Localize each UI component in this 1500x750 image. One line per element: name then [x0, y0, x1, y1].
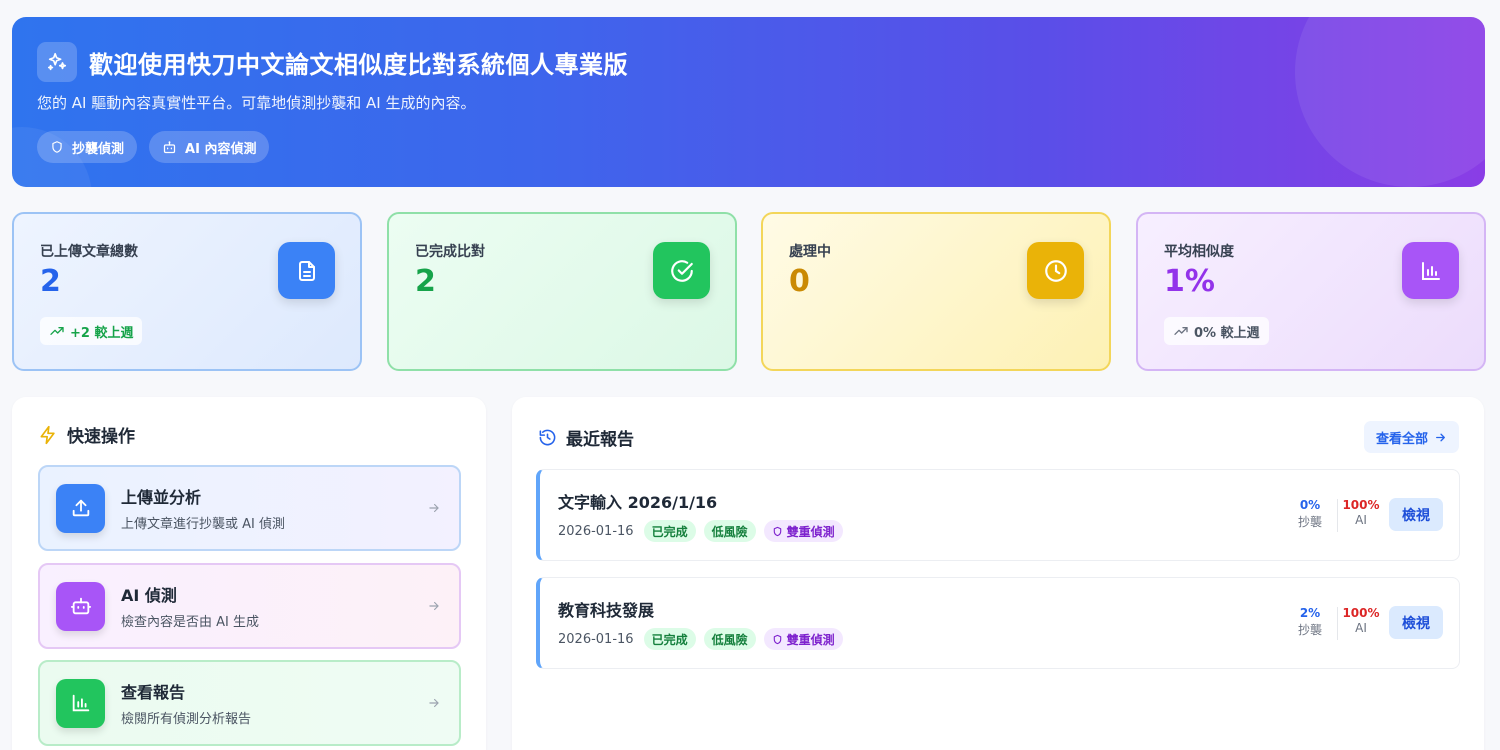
risk-badge: 低風險 — [703, 628, 756, 650]
stat-card-processing: 處理中 0 — [761, 212, 1111, 371]
ai-metric: 100% AI — [1341, 498, 1381, 527]
banner-subtitle: 您的 AI 驅動內容真實性平台。可靠地偵測抄襲和 AI 生成的內容。 — [37, 94, 476, 112]
view-all-button[interactable]: 查看全部 — [1363, 421, 1459, 453]
welcome-banner: 歡迎使用快刀中文論文相似度比對系統個人專業版 您的 AI 驅動內容真實性平台。可… — [12, 17, 1485, 187]
view-all-label: 查看全部 — [1375, 431, 1428, 447]
banner-title: 歡迎使用快刀中文論文相似度比對系統個人專業版 — [89, 51, 628, 79]
stat-card-avg-similarity: 平均相似度 1% 0% 較上週 — [1136, 212, 1486, 371]
shield-icon — [772, 526, 783, 537]
stat-value: 0 — [789, 264, 810, 299]
panel-title: 快速操作 — [67, 427, 135, 447]
trending-up-icon — [1173, 323, 1189, 339]
clock-icon — [1027, 242, 1084, 299]
quick-action-desc: 上傳文章進行抄襲或 AI 偵測 — [121, 517, 285, 532]
stat-trend-text: +2 較上週 — [70, 325, 134, 341]
metric-divider — [1337, 499, 1338, 532]
shield-icon — [772, 634, 783, 645]
ai-label: AI — [1355, 513, 1367, 527]
mode-label: 雙重偵測 — [786, 524, 835, 539]
report-item[interactable]: 文字輸入 2026/1/16 2026-01-16 已完成 低風險 雙重偵測 0… — [536, 469, 1460, 561]
report-date: 2026-01-16 — [558, 631, 634, 647]
tag-label: AI 內容偵測 — [185, 141, 257, 157]
quick-action-ai-detection[interactable]: AI 偵測 檢查內容是否由 AI 生成 — [38, 563, 461, 649]
tag-ai-detection: AI 內容偵測 — [149, 131, 270, 163]
arrow-right-icon — [1434, 431, 1447, 444]
quick-actions-header: 快速操作 — [38, 422, 135, 447]
stat-label: 處理中 — [789, 244, 831, 260]
status-badge: 已完成 — [643, 520, 696, 542]
report-title: 教育科技發展 — [558, 601, 655, 620]
bar-chart-icon — [1402, 242, 1459, 299]
report-title: 文字輸入 2026/1/16 — [558, 493, 718, 512]
arrow-right-icon — [427, 501, 441, 515]
report-item[interactable]: 教育科技發展 2026-01-16 已完成 低風險 雙重偵測 2% 抄襲 100… — [536, 577, 1460, 669]
plagiarism-metric: 2% 抄襲 — [1290, 606, 1330, 638]
mode-badge: 雙重偵測 — [763, 628, 843, 650]
view-report-button[interactable]: 檢視 — [1389, 498, 1443, 531]
stat-card-total-uploads: 已上傳文章總數 2 +2 較上週 — [12, 212, 362, 371]
stat-label: 已上傳文章總數 — [40, 244, 138, 260]
view-report-button[interactable]: 檢視 — [1389, 606, 1443, 639]
quick-action-upload[interactable]: 上傳並分析 上傳文章進行抄襲或 AI 偵測 — [38, 465, 461, 551]
plagiarism-label: 抄襲 — [1297, 515, 1322, 529]
report-date: 2026-01-16 — [558, 523, 634, 539]
report-meta: 2026-01-16 已完成 低風險 雙重偵測 — [558, 520, 843, 542]
quick-action-title: 查看報告 — [121, 683, 186, 702]
stat-trend: 0% 較上週 — [1164, 317, 1269, 345]
check-circle-icon — [653, 242, 710, 299]
plagiarism-metric: 0% 抄襲 — [1290, 498, 1330, 530]
history-icon — [538, 428, 557, 447]
sparkles-icon — [37, 42, 77, 82]
recent-reports-header: 最近報告 — [538, 425, 634, 450]
stat-value: 2 — [40, 264, 61, 299]
bot-icon — [162, 140, 177, 155]
arrow-right-icon — [427, 696, 441, 710]
bar-chart-icon — [56, 678, 105, 728]
metric-divider — [1337, 607, 1338, 640]
quick-actions-panel: 快速操作 上傳並分析 上傳文章進行抄襲或 AI 偵測 AI 偵測 檢查內容是否由… — [12, 397, 486, 750]
upload-icon — [56, 483, 105, 533]
stat-card-completed: 已完成比對 2 — [387, 212, 737, 371]
ai-value: 100% — [1342, 498, 1380, 512]
quick-action-view-reports[interactable]: 查看報告 檢閱所有偵測分析報告 — [38, 660, 461, 746]
lightning-icon — [38, 425, 58, 445]
plagiarism-value: 2% — [1299, 606, 1321, 620]
ai-label: AI — [1355, 621, 1367, 635]
banner-tags: 抄襲偵測 AI 內容偵測 — [37, 131, 270, 163]
report-meta: 2026-01-16 已完成 低風險 雙重偵測 — [558, 628, 843, 650]
plagiarism-label: 抄襲 — [1297, 623, 1322, 637]
ai-value: 100% — [1342, 606, 1380, 620]
stat-label: 已完成比對 — [415, 244, 485, 260]
stat-trend: +2 較上週 — [40, 317, 143, 345]
bot-icon — [56, 581, 105, 631]
banner-decoration — [1295, 17, 1485, 187]
ai-metric: 100% AI — [1341, 606, 1381, 635]
recent-reports-panel: 最近報告 查看全部 文字輸入 2026/1/16 2026-01-16 已完成 … — [512, 397, 1484, 750]
quick-action-title: AI 偵測 — [121, 586, 177, 605]
quick-action-desc: 檢閱所有偵測分析報告 — [121, 712, 252, 727]
risk-badge: 低風險 — [703, 520, 756, 542]
stat-trend-text: 0% 較上週 — [1194, 325, 1260, 341]
stat-value: 1% — [1164, 264, 1215, 299]
quick-action-desc: 檢查內容是否由 AI 生成 — [121, 615, 259, 630]
tag-plagiarism-detection: 抄襲偵測 — [37, 131, 138, 163]
status-badge: 已完成 — [643, 628, 696, 650]
document-icon — [278, 242, 335, 299]
mode-label: 雙重偵測 — [786, 632, 835, 647]
plagiarism-value: 0% — [1299, 498, 1321, 512]
mode-badge: 雙重偵測 — [763, 520, 843, 542]
arrow-right-icon — [427, 599, 441, 613]
stat-label: 平均相似度 — [1164, 244, 1234, 260]
trending-up-icon — [49, 323, 65, 339]
stat-value: 2 — [415, 264, 436, 299]
panel-title: 最近報告 — [566, 430, 634, 450]
tag-label: 抄襲偵測 — [72, 141, 125, 157]
quick-action-title: 上傳並分析 — [121, 488, 202, 507]
shield-icon — [50, 140, 64, 154]
